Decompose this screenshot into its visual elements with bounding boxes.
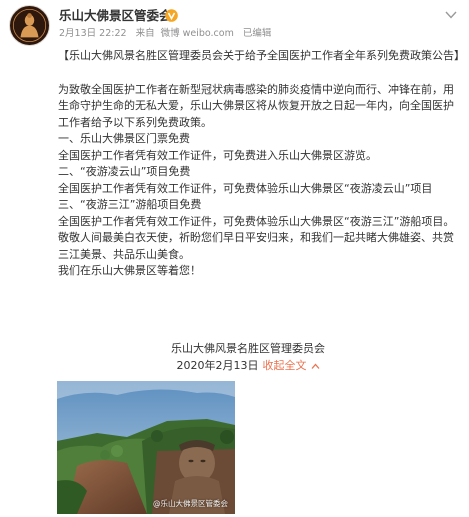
signature-org: 乐山大佛风景名胜区管理委员会 xyxy=(171,342,325,355)
edited-label[interactable]: 已编辑 xyxy=(243,28,272,39)
source-prefix: 来自 xyxy=(135,28,155,39)
signature-date: 2020年2月13日 xyxy=(176,359,259,372)
item3-title: 三、“夜游三江”游船项目免费 xyxy=(58,198,202,211)
item2-body: 全国医护工作者凭有效工作证件，可免费体验乐山大佛景区“夜游凌云山”项目 xyxy=(58,181,433,195)
photo-watermark: @乐山大佛景区管委会 xyxy=(153,499,228,508)
post-datetime[interactable]: 2月13日 22:22 xyxy=(59,28,127,39)
post-source[interactable]: 微博 weibo.com xyxy=(161,28,234,39)
post-text: 【乐山大佛风景名胜区管理委员会关于给予全国医护工作者全年系列免费政策公告】 为致… xyxy=(58,48,465,280)
post-header: 乐山大佛景区管委会 2月13日 22:22 来自 微博 weibo.com 已编辑 xyxy=(0,0,469,50)
chevron-down-icon[interactable] xyxy=(445,10,457,20)
item1-body: 全国医护工作者凭有效工作证件，可免费进入乐山大佛景区游览。 xyxy=(58,148,377,162)
leshan-giant-buddha-photo[interactable]: @乐山大佛景区管委会 xyxy=(57,381,235,514)
collapse-text-link[interactable]: 收起全文 xyxy=(263,359,307,372)
chevron-up-icon[interactable] xyxy=(311,363,320,370)
photo-illustration xyxy=(57,381,235,514)
item1-title: 一、乐山大佛景区门票免费 xyxy=(58,132,190,145)
verified-v-icon xyxy=(165,9,178,22)
signature: 乐山大佛风景名胜区管理委员会 2020年2月13日 收起全文 xyxy=(58,340,438,374)
account-name[interactable]: 乐山大佛景区管委会 xyxy=(59,8,172,24)
closing-text: 敬敬人间最美白衣天使，祈盼您们早日平安归来，和我们一起共睹大佛雄姿、共赏三江美景… xyxy=(58,231,454,261)
buddha-logo-icon xyxy=(10,6,49,45)
item3-body: 全国医护工作者凭有效工作证件，可免费体验乐山大佛景区“夜游三江”游船项目。 xyxy=(58,214,455,228)
post-meta: 2月13日 22:22 来自 微博 weibo.com 已编辑 xyxy=(59,28,277,40)
closing-text-2: 我们在乐山大佛景区等着您！ xyxy=(58,264,201,277)
post-intro: 为致敬全国医护工作者在新型冠状病毒感染的肺炎疫情中逆向而行、冲锋在前，用生命守护… xyxy=(58,82,454,129)
post-title: 【乐山大佛风景名胜区管理委员会关于给予全国医护工作者全年系列免费政策公告】 xyxy=(58,49,465,62)
avatar[interactable] xyxy=(9,5,50,46)
item2-title: 二、“夜游凌云山”项目免费 xyxy=(58,165,191,178)
